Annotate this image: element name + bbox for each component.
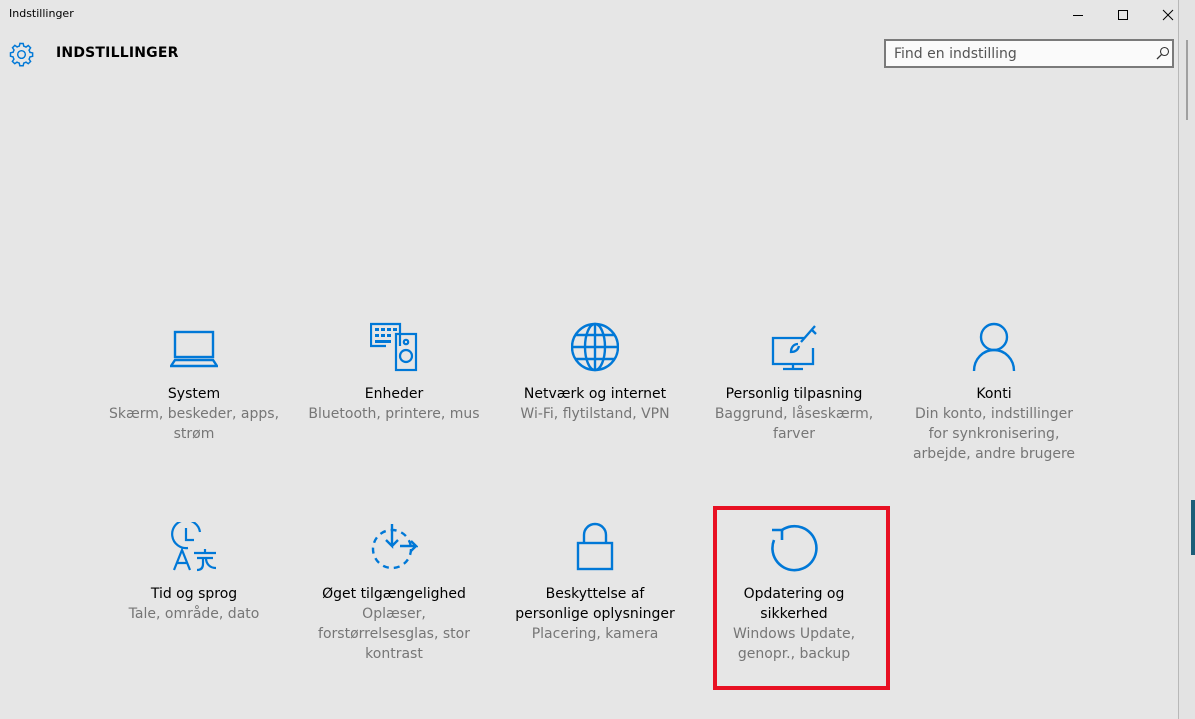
minimize-icon: [1073, 15, 1083, 16]
tile-title: Beskyttelse af: [545, 586, 645, 602]
tile-time-language[interactable]: Tid og sprog Tale, område, dato: [99, 522, 289, 692]
close-icon: [1162, 9, 1174, 21]
window-title: Indstillinger: [9, 7, 74, 20]
tile-title: personlige oplysninger: [515, 606, 675, 622]
tile-network[interactable]: Netværk og internet Wi-Fi, flytilstand, …: [500, 322, 690, 492]
desktop-edge: [1191, 500, 1195, 555]
laptop-icon: [170, 330, 218, 368]
search-box[interactable]: [884, 39, 1174, 68]
tile-title: sikkerhed: [760, 606, 828, 622]
lock-icon: [576, 522, 614, 571]
search-input[interactable]: [894, 41, 1144, 66]
tile-description: Windows Update,: [732, 626, 856, 642]
tile-description: kontrast: [365, 646, 423, 662]
tile-description: Skærm, beskeder, apps,: [108, 406, 280, 422]
tile-title: System: [167, 386, 221, 402]
tile-devices[interactable]: Enheder Bluetooth, printere, mus: [299, 322, 489, 492]
ease-of-access-icon: [371, 524, 418, 570]
personalization-icon: [771, 325, 817, 371]
tile-description: Tale, område, dato: [128, 606, 260, 622]
tile-description: Din konto, indstillinger: [914, 406, 1074, 422]
tile-ease-of-access[interactable]: Øget tilgængelighed Oplæser, forstørrels…: [299, 522, 489, 692]
scrollbar-thumb[interactable]: [1186, 40, 1188, 120]
tile-update-security[interactable]: Opdatering og sikkerhed Windows Update, …: [699, 522, 889, 692]
devices-icon: [370, 322, 418, 372]
tile-description: Oplæser,: [362, 606, 426, 622]
title-bar: Indstillinger: [0, 0, 1178, 30]
tile-description: Placering, kamera: [531, 626, 659, 642]
page-title: INDSTILLINGER: [56, 45, 179, 61]
tile-description: arbejde, andre brugere: [912, 446, 1076, 462]
tile-accounts[interactable]: Konti Din konto, indstillinger for synkr…: [899, 322, 1089, 492]
tile-description: Bluetooth, printere, mus: [308, 406, 480, 422]
minimize-button[interactable]: [1055, 0, 1101, 30]
tile-description: strøm: [173, 426, 215, 442]
tile-title: Enheder: [364, 386, 424, 402]
maximize-icon: [1118, 10, 1128, 20]
tile-title: Opdatering og: [743, 586, 845, 602]
tile-description: Baggrund, låseskærm,: [714, 406, 874, 422]
tile-title: Personlig tilpasning: [725, 386, 863, 402]
tile-title: Netværk og internet: [523, 386, 667, 402]
search-icon[interactable]: [1156, 46, 1170, 60]
globe-icon: [571, 322, 619, 372]
tile-title: Konti: [976, 386, 1012, 402]
person-icon: [972, 322, 1016, 372]
tile-personalization[interactable]: Personlig tilpasning Baggrund, låseskærm…: [699, 322, 889, 492]
tile-description: for synkronisering,: [928, 426, 1060, 442]
tile-description: forstørrelsesglas, stor: [318, 626, 470, 642]
maximize-button[interactable]: [1100, 0, 1146, 30]
tile-system[interactable]: System Skærm, beskeder, apps, strøm: [99, 322, 289, 492]
time-language-icon: [171, 522, 217, 572]
refresh-icon: [771, 524, 818, 572]
tile-description: genopr., backup: [737, 646, 851, 662]
tile-title: Øget tilgængelighed: [322, 586, 466, 602]
gear-icon: [9, 42, 34, 67]
tile-description: Wi-Fi, flytilstand, VPN: [520, 406, 670, 422]
tile-description: farver: [773, 426, 815, 442]
tile-title: Tid og sprog: [150, 586, 238, 602]
tile-privacy[interactable]: Beskyttelse af personlige oplysninger Pl…: [500, 522, 690, 692]
